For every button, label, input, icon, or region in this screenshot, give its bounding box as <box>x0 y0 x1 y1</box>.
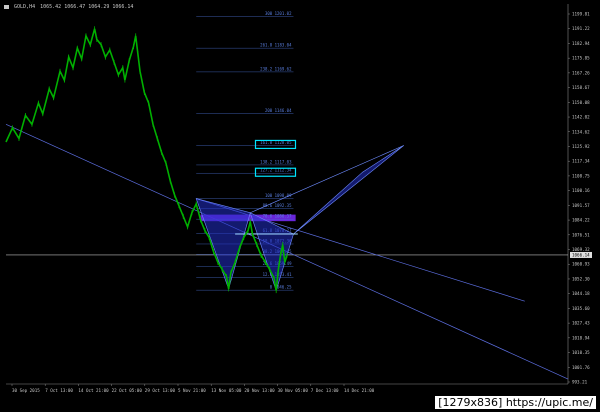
y-tick-label: 1150.08 <box>572 100 590 105</box>
y-tick-label: 1060.93 <box>572 262 590 267</box>
chart-title-bar: GOLD,H4 1065.42 1066.47 1064.29 1066.14 <box>4 4 133 10</box>
y-tick-label: 1191.22 <box>572 26 590 31</box>
fib-label-138.2: 138.2 1117.03 <box>260 159 292 164</box>
fib-label-0: 0 1046.25 <box>270 285 292 290</box>
price-chart: 300 1201.02 261.8 1183.04 238.2 1169.62 200… <box>0 0 600 412</box>
x-tick-label: 30 Sep 2015 <box>12 388 40 393</box>
y-tick-label: 1167.26 <box>572 70 590 75</box>
symbol-label: GOLD,H4 <box>14 4 36 10</box>
x-tick-label: 14 Dec 21:00 <box>344 388 375 393</box>
y-tick-label: 1091.57 <box>572 203 590 208</box>
y-tick-label: 1084.22 <box>572 218 590 223</box>
ohlc-label: 1065.42 1066.47 1064.29 1066.14 <box>40 4 134 10</box>
y-tick-label: 1018.94 <box>572 335 590 340</box>
fib-label-261.8: 261.8 1183.04 <box>260 43 292 48</box>
x-tick-label: 29 Oct 13:00 <box>145 388 176 393</box>
y-tick-label: 1052.30 <box>572 276 590 281</box>
y-tick-label: 1076.51 <box>572 232 590 237</box>
x-tick-label: 14 Oct 21:00 <box>78 388 109 393</box>
y-tick-label: 1199.81 <box>572 12 590 17</box>
x-tick-label: 7 Oct 13:00 <box>45 388 73 393</box>
x-tick-label: 7 Dec 13:00 <box>311 388 339 393</box>
fib-label-100: 100 1098.09 <box>265 193 292 198</box>
y-tick-label: 1158.67 <box>572 85 590 90</box>
current-price-label: 1066.14 <box>572 252 590 257</box>
fib-label-238.2: 238.2 1169.62 <box>260 66 292 71</box>
y-tick-label: 1001.76 <box>572 365 590 370</box>
x-tick-label: 5 Nov 21:00 <box>178 388 206 393</box>
y-tick-label: 1182.94 <box>572 41 590 46</box>
y-tick-label: 1142.02 <box>572 115 590 120</box>
y-tick-label: 1117.34 <box>572 159 590 164</box>
y-tick-label: 1125.92 <box>572 144 590 149</box>
y-tick-label: 1044.18 <box>572 291 590 296</box>
y-tick-label: 1010.35 <box>572 350 590 355</box>
y-tick-label: 1100.16 <box>572 188 590 193</box>
y-tick-label: 1134.62 <box>572 129 590 134</box>
y-tick-label: 1035.60 <box>572 306 590 311</box>
fib-label-300: 300 1201.02 <box>265 11 292 16</box>
x-tick-label: 30 Nov 05:00 <box>278 388 309 393</box>
x-tick-label: 22 Oct 05:00 <box>112 388 143 393</box>
fib-label-78.6: 78.6 1086.37 <box>263 214 292 219</box>
fib-label-200: 200 1146.04 <box>265 108 292 113</box>
watermark: [1279x836] https://upic.me/ <box>435 396 596 409</box>
x-tick-label: 20 Nov 13:00 <box>244 388 275 393</box>
x-tick-label: 13 Nov 05:00 <box>211 388 242 393</box>
y-tick-label: 1069.32 <box>572 247 590 252</box>
y-tick-label: 1027.43 <box>572 321 590 326</box>
y-tick-label: 993.21 <box>572 380 588 385</box>
y-tick-label: 1175.85 <box>572 56 590 61</box>
y-tick-label: 1108.75 <box>572 173 590 178</box>
symbol-icon <box>4 4 9 9</box>
